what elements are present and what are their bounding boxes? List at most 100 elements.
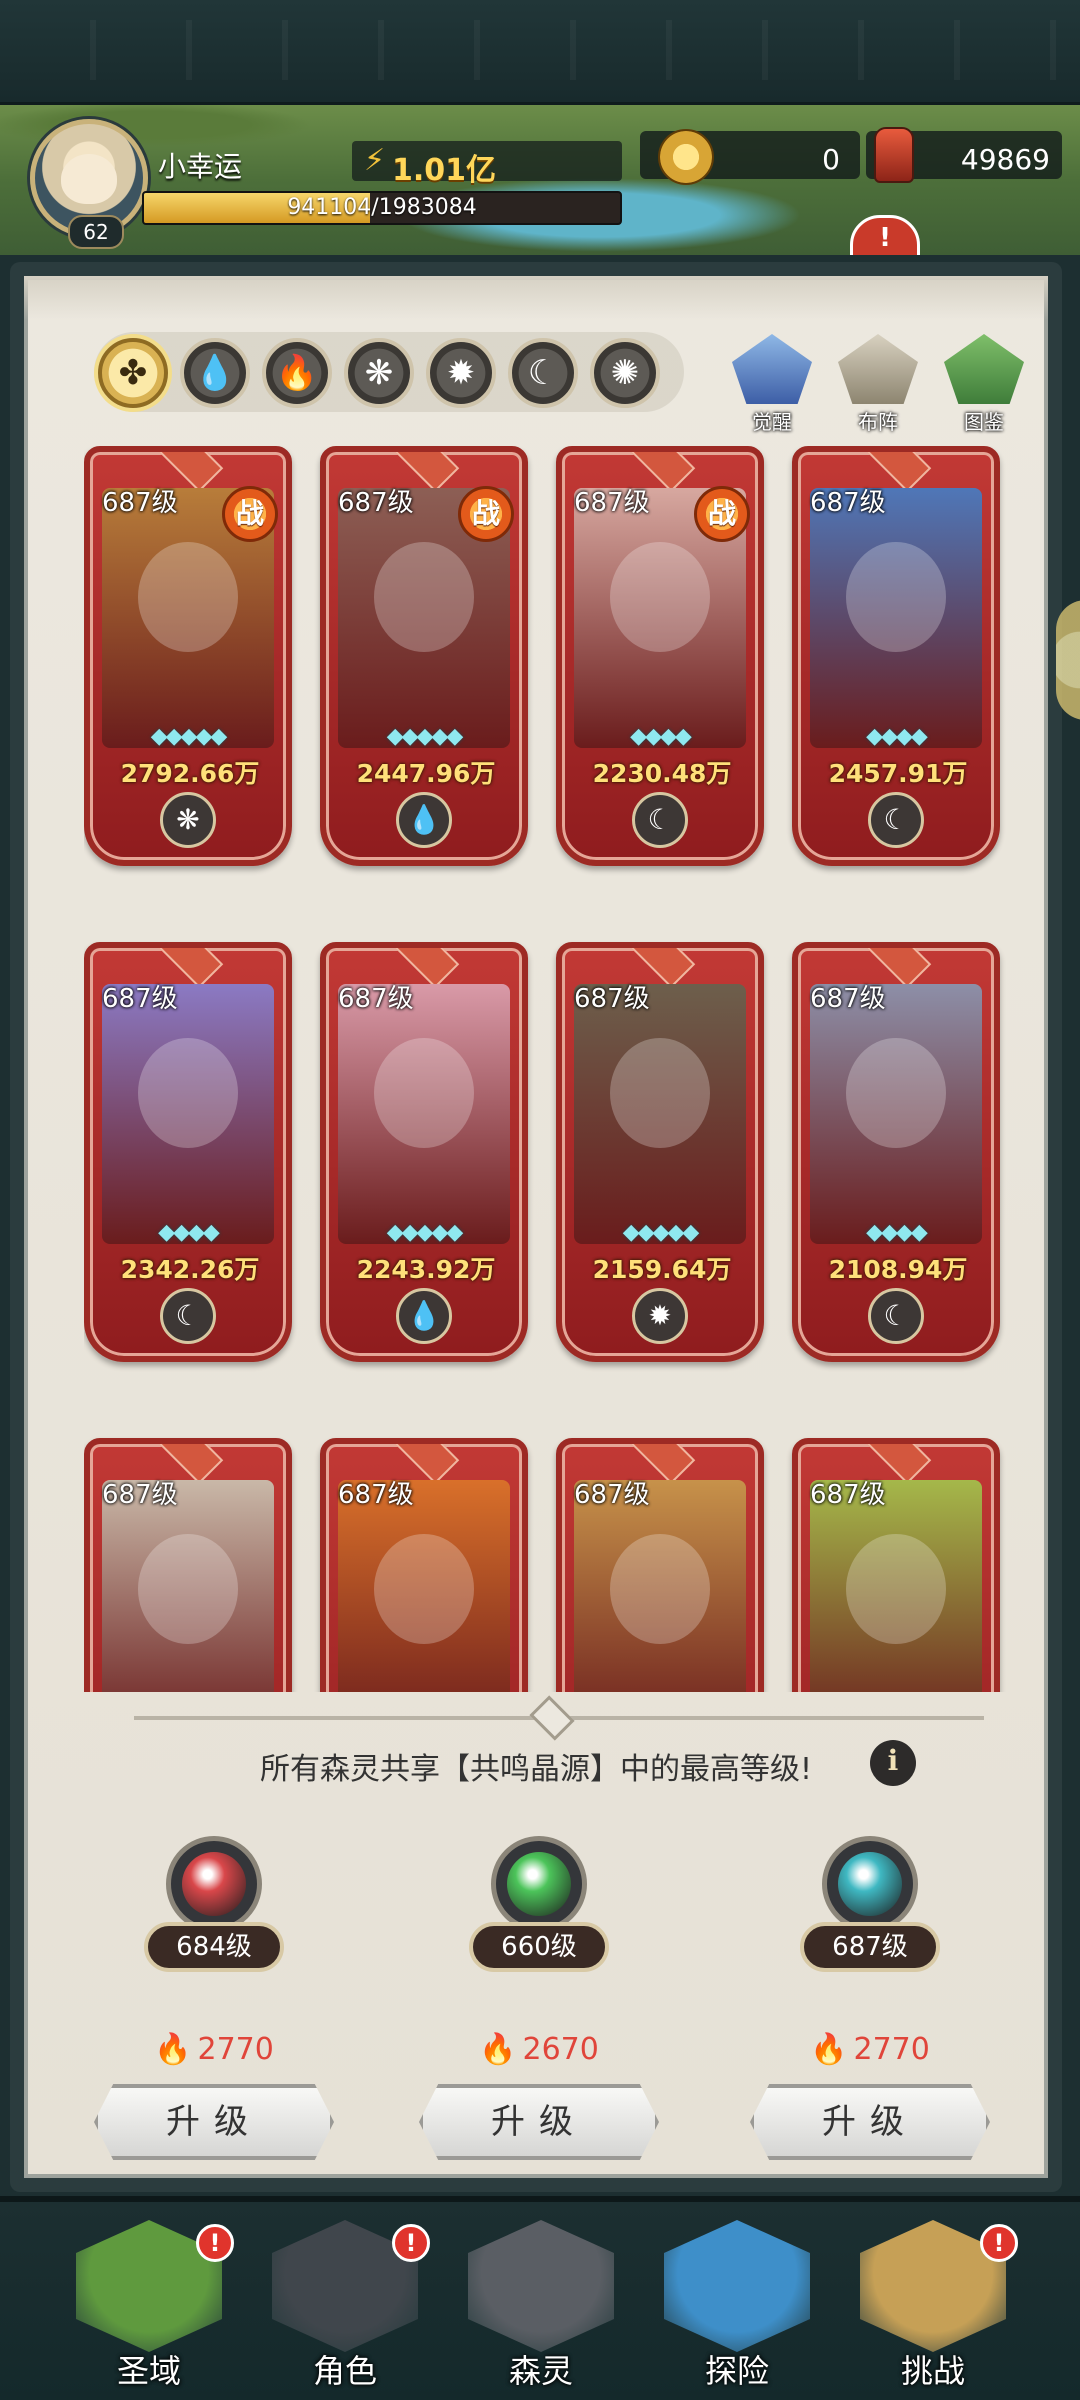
hero-level: 687级: [102, 1480, 178, 1510]
hero-level: 687级: [102, 984, 178, 1014]
tab-wind[interactable]: ❋: [344, 338, 414, 408]
hero-star-rating: ◆◆◆◆: [866, 724, 928, 749]
hero-card[interactable]: 687级 战 ◆◆◆◆◆ 2447.96万 💧: [320, 446, 528, 866]
hero-level: 687级: [338, 488, 414, 518]
tab-moon[interactable]: ☾: [508, 338, 578, 408]
hero-portrait: [810, 984, 982, 1244]
hero-level: 687级: [338, 984, 414, 1014]
bottom-nav: 圣域! 角色! 森灵 探险 挑战!: [0, 2196, 1080, 2400]
hero-face: [374, 1534, 474, 1644]
flame-icon: 🔥: [810, 2032, 848, 2067]
hero-card[interactable]: 687级 战 ◆◆◆◆ 2230.48万 ☾: [556, 446, 764, 866]
hero-power: 2230.48万: [592, 759, 732, 788]
alert-badge: !: [392, 2224, 430, 2262]
crystal-orb: [838, 1852, 902, 1916]
player-level-badge: 62: [68, 215, 124, 249]
hero-portrait: [338, 984, 510, 1244]
battle-badge: 战: [694, 486, 750, 542]
top-frame: [0, 0, 1080, 105]
awaken-label: 觉醒: [752, 410, 792, 434]
awaken-icon: [732, 334, 812, 404]
crystal-level: 687级: [800, 1922, 940, 1972]
hero-power: 2159.64万: [592, 1255, 732, 1284]
hero-card[interactable]: 687级: [320, 1438, 528, 1692]
hero-card[interactable]: 687级 ◆◆◆◆ 2108.94万 ☾: [792, 942, 1000, 1362]
tab-light[interactable]: ✹: [426, 338, 496, 408]
nav-item-4[interactable]: 挑战!: [838, 2216, 1028, 2396]
hero-star-rating: ◆◆◆◆◆: [386, 724, 464, 749]
hero-card[interactable]: 687级 ◆◆◆◆◆ 2159.64万 ✹: [556, 942, 764, 1362]
alert-tab[interactable]: !: [850, 215, 920, 255]
nav-icon: [468, 2220, 614, 2352]
upgrade-cost: 🔥 2670: [439, 2032, 639, 2067]
crystal-level: 684级: [144, 1922, 284, 1972]
crystal-level: 660级: [469, 1922, 609, 1972]
relic-icon[interactable]: [874, 127, 914, 183]
awaken-button[interactable]: 觉醒: [724, 334, 820, 434]
nav-item-3[interactable]: 探险: [642, 2216, 832, 2396]
hero-level: 687级: [810, 488, 886, 518]
nav-label: 探险: [704, 2352, 769, 2390]
resonance-crystal[interactable]: 687级: [800, 1836, 940, 1972]
hero-level: 687级: [810, 984, 886, 1014]
hero-face: [610, 1534, 710, 1644]
tab-fire[interactable]: 🔥: [262, 338, 332, 408]
water-element-icon: 💧: [396, 1288, 452, 1344]
hero-level: 687级: [574, 488, 650, 518]
upgrade-button[interactable]: 升级: [419, 2084, 659, 2160]
wind-element-icon: ❋: [160, 792, 216, 848]
hero-face: [374, 542, 474, 652]
upgrade-button[interactable]: 升级: [94, 2084, 334, 2160]
flame-icon: 🔥: [479, 2032, 517, 2067]
tab-water[interactable]: 💧: [180, 338, 250, 408]
resonance-crystal[interactable]: 684级: [144, 1836, 284, 1972]
hero-power: 2447.96万: [356, 759, 496, 788]
nav-label: 角色: [312, 2352, 377, 2390]
hero-face: [846, 1534, 946, 1644]
upgrade-cost-value: 2670: [522, 2032, 599, 2067]
hero-card[interactable]: 687级 ◆◆◆◆ 2342.26万 ☾: [84, 942, 292, 1362]
hero-power: 2243.92万: [356, 1255, 496, 1284]
hero-face: [374, 1038, 474, 1148]
hero-face: [138, 1534, 238, 1644]
hero-card[interactable]: 687级 ◆◆◆◆◆ 2243.92万 💧: [320, 942, 528, 1362]
moon-element-icon: ☾: [868, 1288, 924, 1344]
hero-face: [138, 1038, 238, 1148]
hero-power: 2108.94万: [828, 1255, 968, 1284]
tab-all[interactable]: ✤: [98, 338, 168, 408]
relic-value: 49869: [960, 143, 1050, 176]
hero-power: 2792.66万: [120, 759, 260, 788]
resonance-crystal[interactable]: 660级: [469, 1836, 609, 1972]
coin-icon[interactable]: [658, 129, 714, 185]
hero-face: [846, 1038, 946, 1148]
hero-card[interactable]: 687级 ◆◆◆◆ 2457.91万 ☾: [792, 446, 1000, 866]
player-header: 62 小幸运 ⚡ 1.01亿 941104/1983084 0 49869 !: [0, 105, 1080, 255]
nav-item-0[interactable]: 圣域!: [54, 2216, 244, 2396]
divider-knot: [529, 1695, 575, 1741]
upgrade-button[interactable]: 升级: [750, 2084, 990, 2160]
hero-grid: 687级战 ◆◆◆◆◆ 2792.66万 ❋ 687级战 ◆◆◆◆◆ 2447.96万 💧 68…: [84, 446, 1024, 1692]
hero-card[interactable]: 687级: [84, 1438, 292, 1692]
codex-icon: [944, 334, 1024, 404]
codex-button[interactable]: 图鉴: [936, 334, 1032, 434]
side-float-button[interactable]: [1056, 600, 1080, 720]
hero-card[interactable]: 687级: [556, 1438, 764, 1692]
hero-level: 687级: [574, 984, 650, 1014]
hero-portrait: [338, 1480, 510, 1692]
upgrade-cost-value: 2770: [853, 2032, 930, 2067]
hero-card[interactable]: 687级 战 ◆◆◆◆◆ 2792.66万 ❋: [84, 446, 292, 866]
alert-badge: !: [980, 2224, 1018, 2262]
nav-item-1[interactable]: 角色!: [250, 2216, 440, 2396]
flame-icon: 🔥: [154, 2032, 192, 2067]
exp-text: 941104/1983084: [287, 195, 477, 220]
formation-button[interactable]: 布阵: [830, 334, 926, 434]
tab-void[interactable]: ✺: [590, 338, 660, 408]
hero-card[interactable]: 687级: [792, 1438, 1000, 1692]
info-icon[interactable]: i: [870, 1740, 916, 1786]
hero-portrait: [574, 1480, 746, 1692]
nav-item-2[interactable]: 森灵: [446, 2216, 636, 2396]
player-name: 小幸运: [158, 150, 243, 183]
upgrade-cost-value: 2770: [197, 2032, 274, 2067]
hero-level: 687级: [338, 1480, 414, 1510]
coin-value: 0: [822, 143, 840, 176]
